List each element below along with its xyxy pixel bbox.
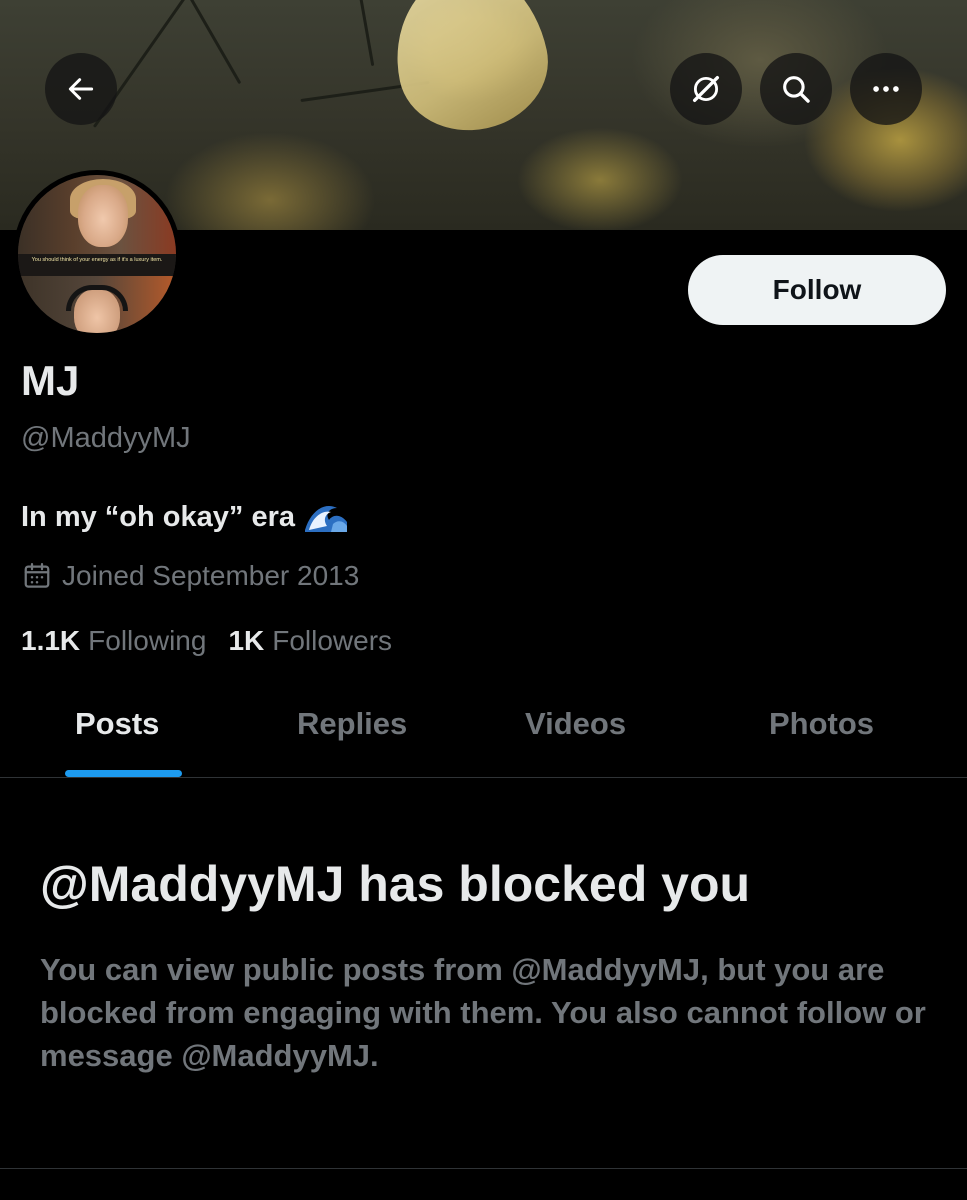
wave-emoji: [303, 500, 349, 534]
followers-label: Followers: [272, 625, 393, 656]
joined-text: Joined September 2013: [62, 560, 360, 591]
profile-page: You should think of your energy as if it…: [0, 0, 967, 1200]
banner-twig: [178, 0, 242, 85]
tab-videos[interactable]: Videos: [525, 706, 626, 742]
follow-button[interactable]: Follow: [688, 255, 946, 325]
banner-leaf: [380, 0, 560, 144]
following-link[interactable]: 1.1K Following: [21, 625, 206, 657]
blocked-description: You can view public posts from @MaddyyMJ…: [40, 952, 926, 1073]
more-button[interactable]: [850, 53, 922, 125]
grok-icon: [692, 75, 720, 103]
bio-text: In my “oh okay” era: [21, 500, 295, 533]
back-button[interactable]: [45, 53, 117, 125]
blocked-title: @MaddyyMJ has blocked you: [40, 856, 751, 912]
arrow-left-icon: [68, 78, 94, 100]
profile-handle: @MaddyyMJ: [21, 422, 191, 454]
tab-replies[interactable]: Replies: [297, 706, 407, 742]
active-tab-indicator: [65, 770, 182, 777]
search-icon: [783, 76, 810, 103]
profile-stats: 1.1K Following 1K Followers: [21, 625, 414, 657]
tab-photos[interactable]: Photos: [769, 706, 874, 742]
divider: [0, 1168, 967, 1169]
profile-bio: In my “oh okay” era: [21, 500, 349, 534]
followers-link[interactable]: 1K Followers: [228, 625, 392, 657]
avatar-caption: You should think of your energy as if it…: [18, 254, 176, 276]
avatar-face: [78, 185, 128, 247]
following-label: Following: [88, 625, 207, 656]
following-count: 1.1K: [21, 625, 81, 656]
profile-name: MJ: [21, 357, 80, 404]
banner-twig: [355, 0, 375, 67]
avatar[interactable]: You should think of your energy as if it…: [13, 170, 181, 338]
grok-button[interactable]: [670, 53, 742, 125]
profile-tabs: Posts Replies Videos Photos: [0, 690, 967, 778]
more-horizontal-icon: [873, 86, 899, 92]
search-button[interactable]: [760, 53, 832, 125]
calendar-icon: [24, 563, 50, 588]
tab-posts[interactable]: Posts: [75, 706, 159, 742]
followers-count: 1K: [228, 625, 265, 656]
joined-date: Joined September 2013: [22, 560, 359, 592]
